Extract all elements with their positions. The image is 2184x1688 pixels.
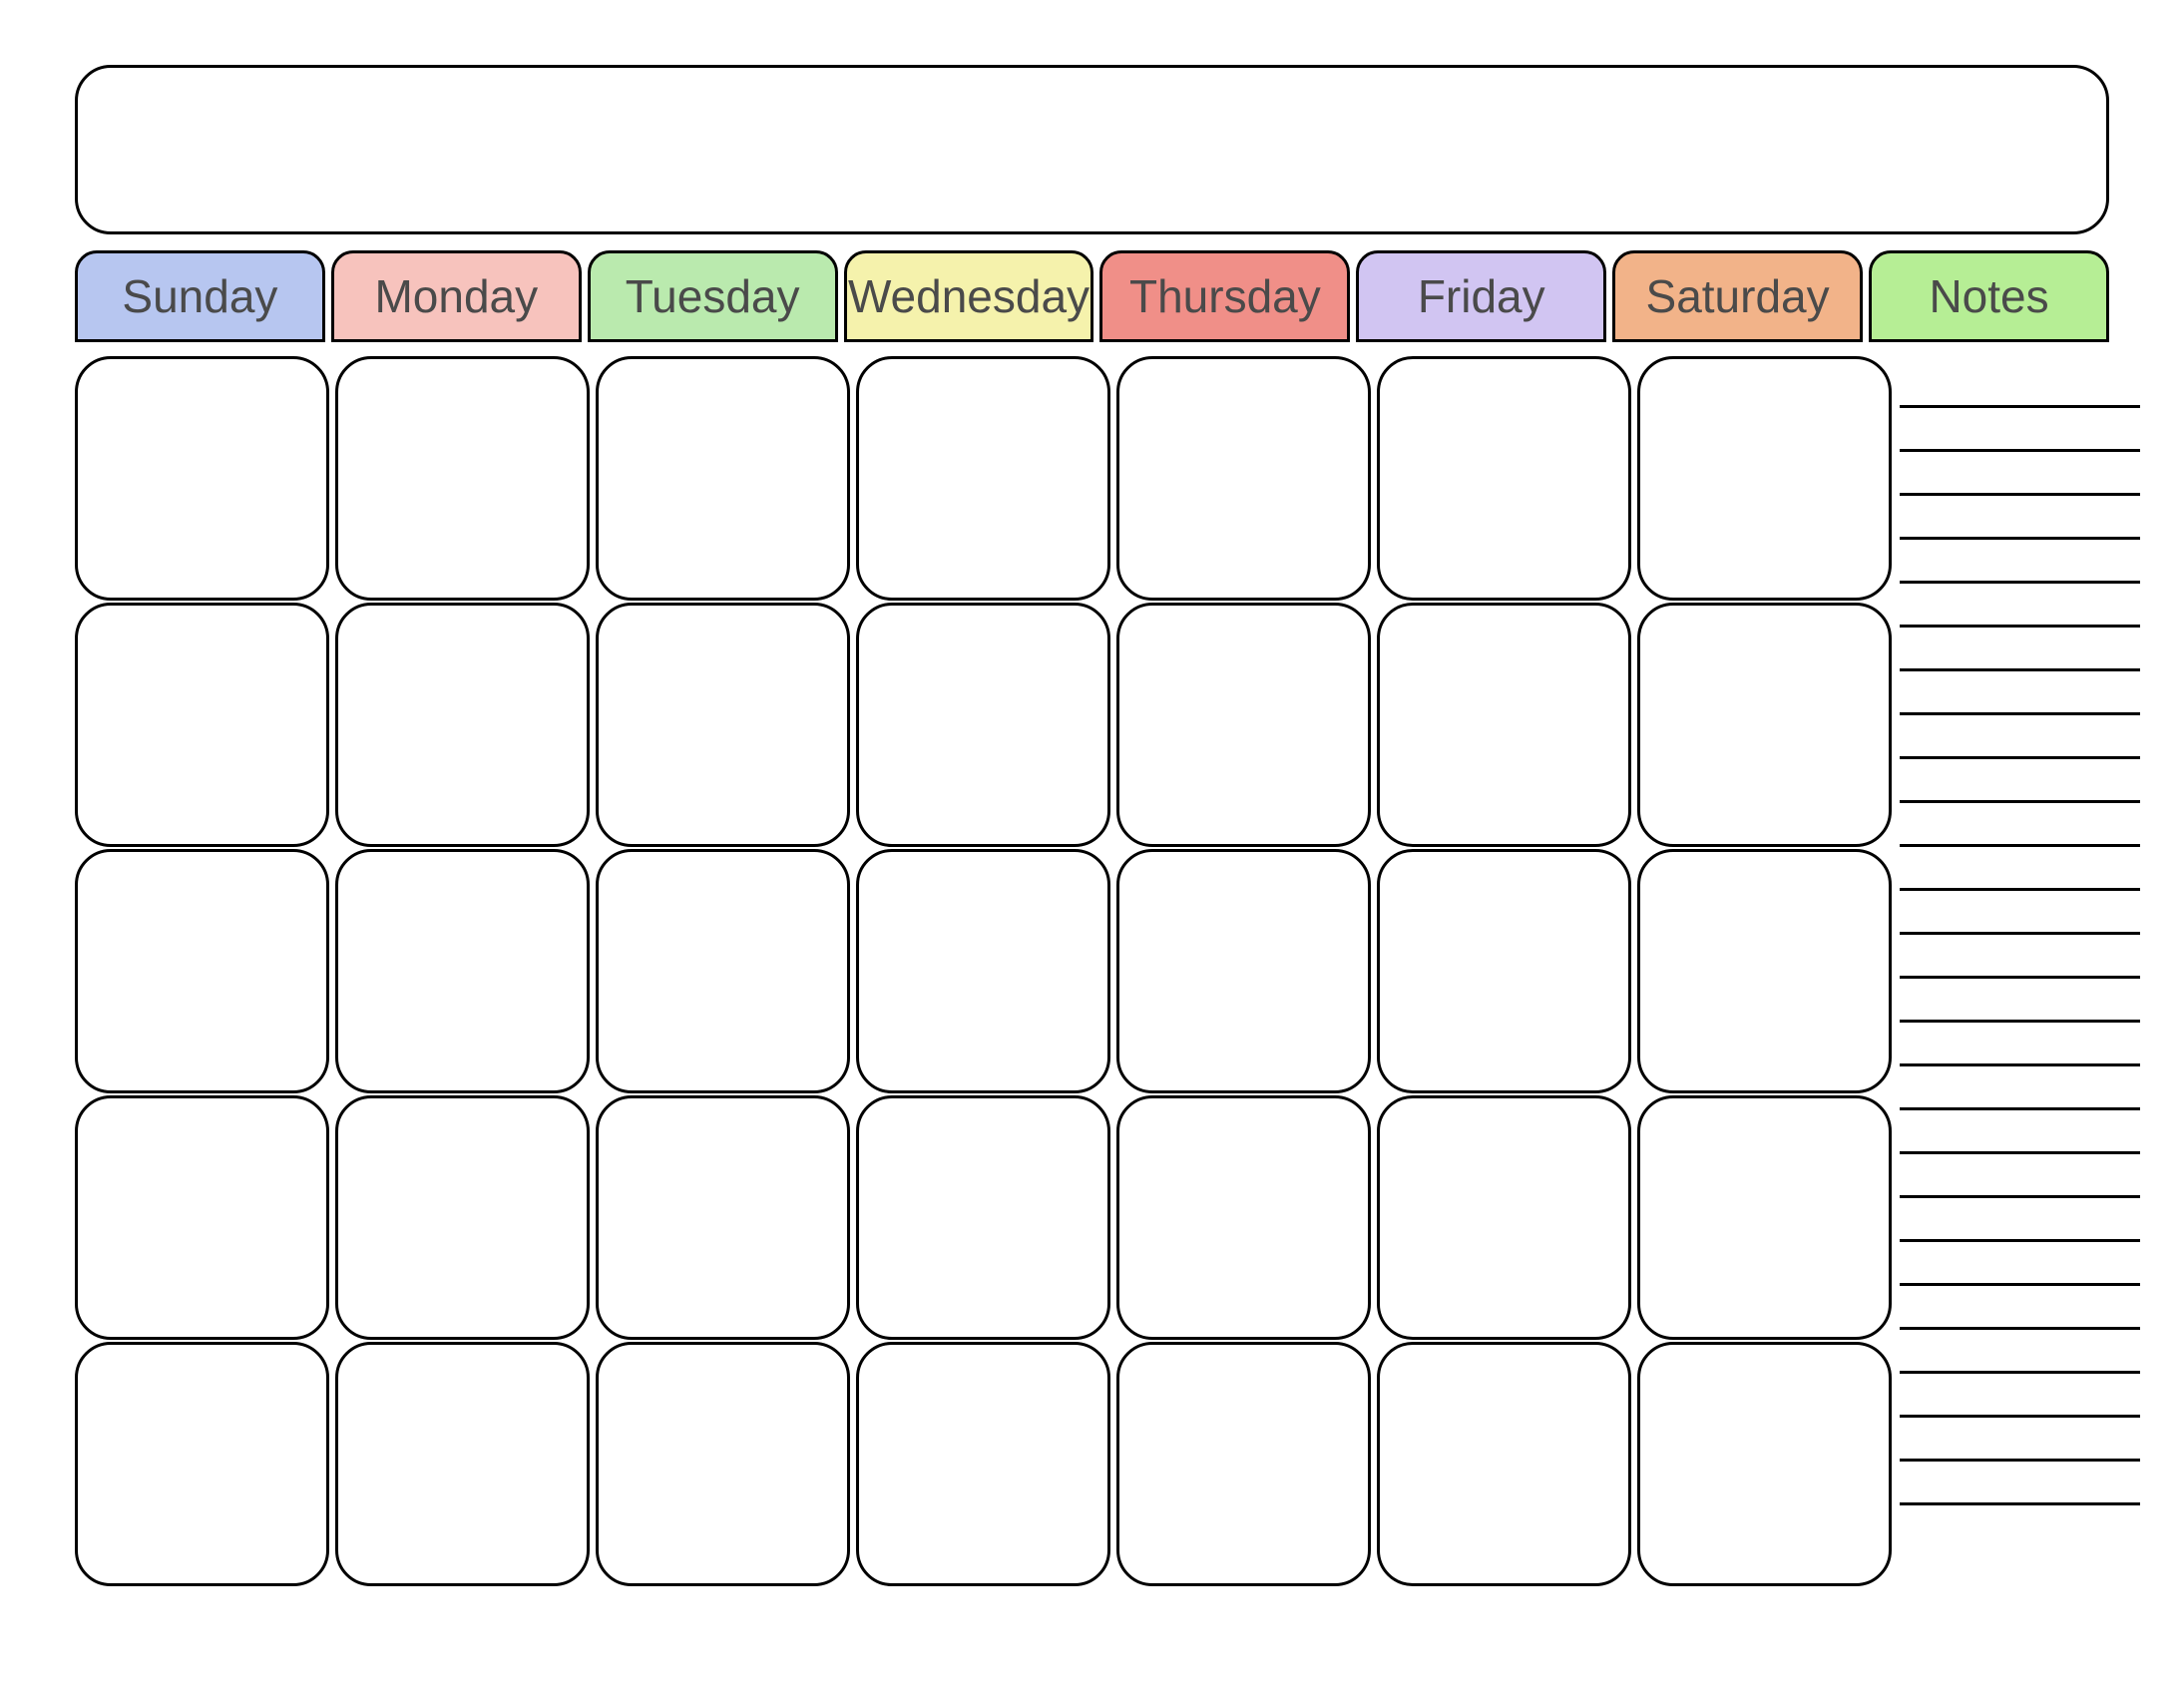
notes-line[interactable]: [1900, 364, 2140, 408]
calendar-day-cell[interactable]: [75, 356, 329, 601]
notes-line[interactable]: [1900, 1374, 2140, 1418]
calendar-grid: [75, 356, 1898, 1588]
notes-line[interactable]: [1900, 1418, 2140, 1462]
notes-label: Notes: [1869, 250, 2109, 342]
notes-column[interactable]: [1898, 356, 2142, 1588]
calendar-day-cell[interactable]: [1637, 1342, 1892, 1586]
calendar-body: [75, 356, 2109, 1588]
notes-line[interactable]: [1900, 1110, 2140, 1154]
calendar-day-cell[interactable]: [335, 603, 590, 847]
notes-line[interactable]: [1900, 1330, 2140, 1374]
calendar-week-row: [75, 1095, 1898, 1342]
calendar-day-cell[interactable]: [1116, 356, 1371, 601]
calendar-day-cell[interactable]: [1377, 849, 1631, 1093]
calendar-day-cell[interactable]: [856, 1095, 1110, 1340]
notes-line[interactable]: [1900, 408, 2140, 452]
weekday-label-monday: Monday: [331, 250, 582, 342]
calendar-day-cell[interactable]: [1637, 849, 1892, 1093]
calendar-day-cell[interactable]: [1377, 356, 1631, 601]
calendar-day-cell[interactable]: [1637, 1095, 1892, 1340]
notes-line[interactable]: [1900, 891, 2140, 935]
calendar-day-cell[interactable]: [856, 603, 1110, 847]
calendar-day-cell[interactable]: [1377, 1095, 1631, 1340]
notes-line[interactable]: [1900, 979, 2140, 1023]
notes-line[interactable]: [1900, 1286, 2140, 1330]
calendar-day-cell[interactable]: [596, 603, 850, 847]
calendar-day-cell[interactable]: [856, 849, 1110, 1093]
notes-line[interactable]: [1900, 1066, 2140, 1110]
calendar-week-row: [75, 1342, 1898, 1588]
calendar-day-cell[interactable]: [856, 1342, 1110, 1586]
calendar-day-cell[interactable]: [856, 356, 1110, 601]
calendar-day-cell[interactable]: [596, 849, 850, 1093]
weekday-label-tuesday: Tuesday: [588, 250, 838, 342]
calendar-day-cell[interactable]: [75, 1095, 329, 1340]
notes-line[interactable]: [1900, 628, 2140, 671]
calendar-day-cell[interactable]: [75, 603, 329, 847]
calendar-day-cell[interactable]: [75, 849, 329, 1093]
weekday-label-friday: Friday: [1356, 250, 1606, 342]
calendar-day-cell[interactable]: [75, 1342, 329, 1586]
notes-line[interactable]: [1900, 496, 2140, 540]
calendar-day-cell[interactable]: [1116, 1342, 1371, 1586]
calendar-day-cell[interactable]: [1637, 603, 1892, 847]
calendar-day-cell[interactable]: [335, 849, 590, 1093]
calendar-day-cell[interactable]: [1377, 603, 1631, 847]
weekday-label-thursday: Thursday: [1099, 250, 1350, 342]
calendar-week-row: [75, 849, 1898, 1095]
weekday-label-sunday: Sunday: [75, 250, 325, 342]
weekday-header-row: SundayMondayTuesdayWednesdayThursdayFrid…: [75, 250, 2109, 342]
notes-line[interactable]: [1900, 1198, 2140, 1242]
calendar-day-cell[interactable]: [335, 356, 590, 601]
notes-line[interactable]: [1900, 540, 2140, 584]
calendar-day-cell[interactable]: [596, 1342, 850, 1586]
notes-line[interactable]: [1900, 847, 2140, 891]
notes-line[interactable]: [1900, 803, 2140, 847]
weekday-label-saturday: Saturday: [1612, 250, 1863, 342]
calendar-day-cell[interactable]: [335, 1095, 590, 1340]
calendar-day-cell[interactable]: [1116, 849, 1371, 1093]
notes-line[interactable]: [1900, 1242, 2140, 1286]
notes-line[interactable]: [1900, 1462, 2140, 1505]
calendar-day-cell[interactable]: [1377, 1342, 1631, 1586]
notes-line[interactable]: [1900, 759, 2140, 803]
notes-line[interactable]: [1900, 584, 2140, 628]
weekday-label-wednesday: Wednesday: [844, 250, 1094, 342]
notes-line[interactable]: [1900, 671, 2140, 715]
notes-line[interactable]: [1900, 452, 2140, 496]
calendar-day-cell[interactable]: [335, 1342, 590, 1586]
notes-line[interactable]: [1900, 935, 2140, 979]
calendar-day-cell[interactable]: [596, 1095, 850, 1340]
calendar-day-cell[interactable]: [596, 356, 850, 601]
calendar-week-row: [75, 603, 1898, 849]
calendar-day-cell[interactable]: [1116, 1095, 1371, 1340]
notes-line[interactable]: [1900, 1023, 2140, 1066]
calendar-day-cell[interactable]: [1116, 603, 1371, 847]
calendar-week-row: [75, 356, 1898, 603]
notes-line[interactable]: [1900, 715, 2140, 759]
calendar-day-cell[interactable]: [1637, 356, 1892, 601]
notes-line[interactable]: [1900, 1154, 2140, 1198]
calendar-title-bar[interactable]: [75, 65, 2109, 234]
